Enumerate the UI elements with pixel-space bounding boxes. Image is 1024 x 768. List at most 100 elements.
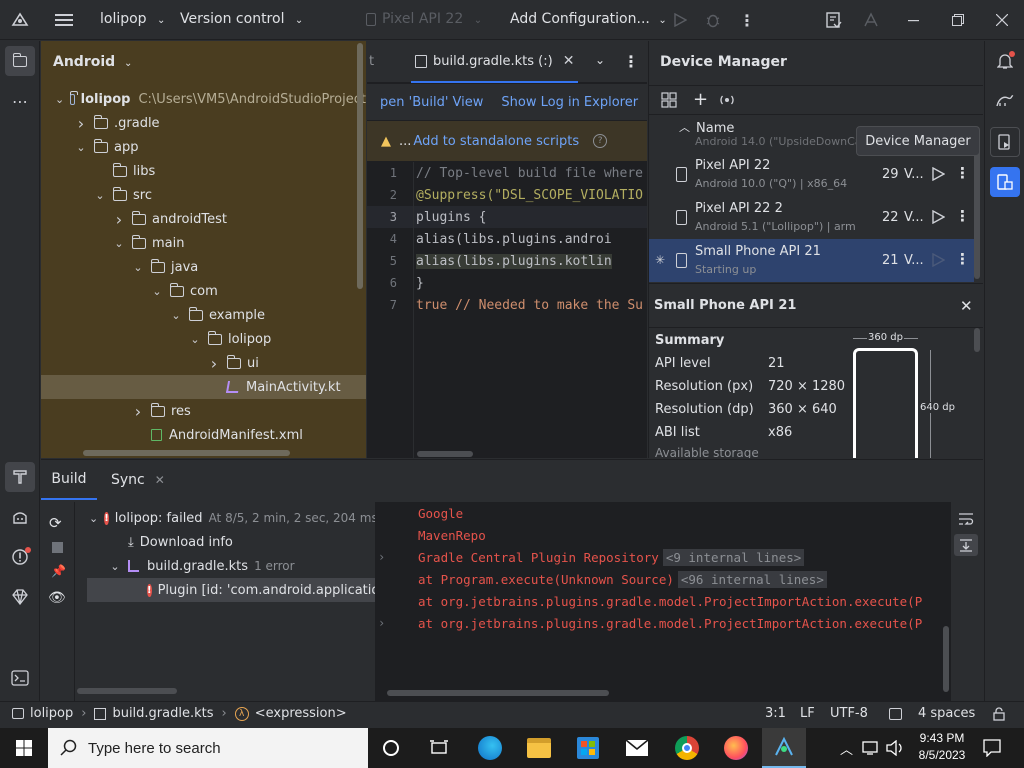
tree-vertical-scrollbar[interactable] xyxy=(357,43,363,289)
more-actions-icon[interactable]: ⋮ xyxy=(737,10,757,30)
build-tree-item[interactable]: ! Plugin [id: 'com.android.applicatio xyxy=(87,578,379,602)
tree-item[interactable]: › androidTest xyxy=(41,207,366,231)
chevron-right-icon[interactable]: › xyxy=(74,114,88,133)
close-tab-icon[interactable]: ✕ xyxy=(563,53,575,69)
editor-h-scrollbar[interactable] xyxy=(417,451,473,457)
notification-center-icon[interactable] xyxy=(983,739,1001,760)
line-separator[interactable]: LF xyxy=(800,706,815,721)
tree-item[interactable]: ⌄ java xyxy=(41,255,366,279)
terminal-icon[interactable] xyxy=(10,668,30,688)
running-devices-button[interactable] xyxy=(990,127,1020,157)
fold-arrow-icon[interactable]: › xyxy=(375,550,405,564)
restore-icon[interactable] xyxy=(948,10,968,30)
launch-device-icon[interactable] xyxy=(931,209,946,228)
add-device-icon[interactable]: + xyxy=(693,89,708,110)
chevron-down-icon[interactable]: ⌄ xyxy=(89,512,98,525)
start-button[interactable] xyxy=(0,728,48,768)
launch-device-icon[interactable] xyxy=(931,252,946,271)
breadcrumb-file[interactable]: build.gradle.kts xyxy=(112,706,213,721)
device-more-icon[interactable]: ⋮ xyxy=(955,250,970,268)
tree-item[interactable]: MainActivity.kt xyxy=(41,375,366,399)
network-icon[interactable] xyxy=(862,740,880,759)
run-config-selector[interactable]: Add Configuration... ⌄ xyxy=(510,11,667,27)
chevron-down-icon[interactable]: ⌄ xyxy=(108,560,122,573)
close-window-icon[interactable] xyxy=(992,10,1012,30)
taskbar-search[interactable]: Type here to search xyxy=(48,728,368,768)
vcs-menu[interactable]: Version control ⌄ xyxy=(180,11,303,27)
tree-horizontal-scrollbar[interactable] xyxy=(83,450,290,456)
tree-item[interactable]: ⌄ app xyxy=(41,135,366,159)
tree-item[interactable]: ⌄ lolipop C:\Users\VM5\AndroidStudioProjec… xyxy=(41,87,366,111)
chevron-down-icon[interactable]: ⌄ xyxy=(169,309,183,322)
device-list-scrollbar[interactable] xyxy=(974,149,980,279)
chevron-down-icon[interactable]: ⌄ xyxy=(150,285,164,298)
device-manager-tool-button[interactable] xyxy=(990,167,1020,197)
tabs-more-icon[interactable]: ⋮ xyxy=(623,52,639,71)
device-more-icon[interactable]: ⋮ xyxy=(955,164,970,182)
cortana-icon[interactable] xyxy=(383,740,399,756)
build-tree-item[interactable]: ⌄! lolipop: failed At 8/5, 2 min, 2 sec, 2… xyxy=(75,506,378,530)
chrome-icon[interactable] xyxy=(675,736,699,760)
volume-icon[interactable] xyxy=(886,739,904,759)
help-icon[interactable]: ? xyxy=(593,134,608,148)
breadcrumb-expression[interactable]: <expression> xyxy=(255,706,347,721)
edge-icon[interactable] xyxy=(478,736,502,760)
debug-icon[interactable] xyxy=(703,10,723,30)
run-icon[interactable] xyxy=(670,10,690,30)
code-view[interactable]: 1 // Top-level build file where 2 @Suppress… xyxy=(367,162,647,458)
internal-lines-badge[interactable]: <96 internal lines> xyxy=(677,570,827,588)
clock-time[interactable]: 9:43 PM xyxy=(916,731,968,745)
file-encoding[interactable]: UTF-8 xyxy=(830,706,868,721)
android-studio-logo-icon[interactable] xyxy=(10,10,30,30)
chevron-down-icon[interactable]: ⌄ xyxy=(55,93,64,106)
file-explorer-icon[interactable] xyxy=(527,738,551,758)
sync-icon[interactable]: ⟳ xyxy=(49,514,62,532)
detail-scrollbar[interactable] xyxy=(974,328,980,352)
lock-icon[interactable] xyxy=(992,707,1006,725)
chevron-right-icon[interactable]: › xyxy=(112,210,126,229)
minimize-icon[interactable] xyxy=(904,10,924,30)
tree-item[interactable]: ⌄ src xyxy=(41,183,366,207)
build-output-h-scrollbar[interactable] xyxy=(387,690,609,696)
close-detail-icon[interactable]: ✕ xyxy=(960,297,973,315)
fold-arrow-icon[interactable]: › xyxy=(375,616,405,630)
device-row[interactable]: Pixel API 22 2 Android 5.1 ("Lollipop") |… xyxy=(649,196,974,239)
project-switcher[interactable]: lolipop ⌄ xyxy=(100,11,165,27)
indent-setting[interactable]: 4 spaces xyxy=(918,706,975,721)
add-standalone-link[interactable]: Add to standalone scripts xyxy=(413,134,579,149)
android-studio-taskbar-icon[interactable] xyxy=(762,728,806,768)
breadcrumb-project[interactable]: lolipop xyxy=(30,706,73,721)
tree-item[interactable]: ⌄ lolipop xyxy=(41,327,366,351)
more-tools-icon[interactable]: ⋯ xyxy=(10,91,30,111)
chevron-down-icon[interactable]: ⌄ xyxy=(131,261,145,274)
task-view-icon[interactable] xyxy=(430,739,448,760)
eye-icon[interactable]: 👁 xyxy=(48,590,66,606)
code-with-me-icon[interactable] xyxy=(824,10,844,30)
editor-tab-partial[interactable]: t xyxy=(369,54,374,69)
chevron-right-icon[interactable]: › xyxy=(131,402,145,421)
project-view-selector[interactable]: Android ⌄ xyxy=(53,54,132,70)
device-row[interactable]: ✳ Small Phone API 21 Starting up 21 V... ⋮ xyxy=(649,239,974,282)
tree-item[interactable]: ⌄ example xyxy=(41,303,366,327)
device-selector[interactable]: Pixel API 22 ⌄ xyxy=(366,11,482,27)
sync-tab[interactable]: Sync ✕ xyxy=(101,460,175,500)
pair-wifi-icon[interactable] xyxy=(719,92,735,112)
notifications-icon[interactable] xyxy=(995,51,1015,71)
tree-item[interactable]: ⌄ main xyxy=(41,231,366,255)
firefox-icon[interactable] xyxy=(724,736,748,760)
tree-item[interactable]: › ui xyxy=(41,351,366,375)
internal-lines-badge[interactable]: <9 internal lines> xyxy=(662,548,805,566)
tree-item[interactable]: AndroidManifest.xml xyxy=(41,423,366,447)
build-tree-item[interactable]: ⤓ Download info xyxy=(75,530,375,554)
chevron-down-icon[interactable]: ⌄ xyxy=(93,189,107,202)
build-tool-button[interactable] xyxy=(5,462,35,492)
caret-position[interactable]: 3:1 xyxy=(765,706,786,721)
show-log-link[interactable]: Show Log in Explorer xyxy=(501,95,638,110)
app-quality-icon[interactable] xyxy=(10,587,30,607)
mail-icon[interactable] xyxy=(625,739,649,760)
chevron-down-icon[interactable]: ⌄ xyxy=(112,237,126,250)
open-build-view-link[interactable]: pen 'Build' View xyxy=(380,95,483,110)
scroll-to-end-icon[interactable] xyxy=(954,534,978,556)
clock-date[interactable]: 8/5/2023 xyxy=(914,748,970,762)
chevron-down-icon[interactable]: ⌄ xyxy=(188,333,202,346)
